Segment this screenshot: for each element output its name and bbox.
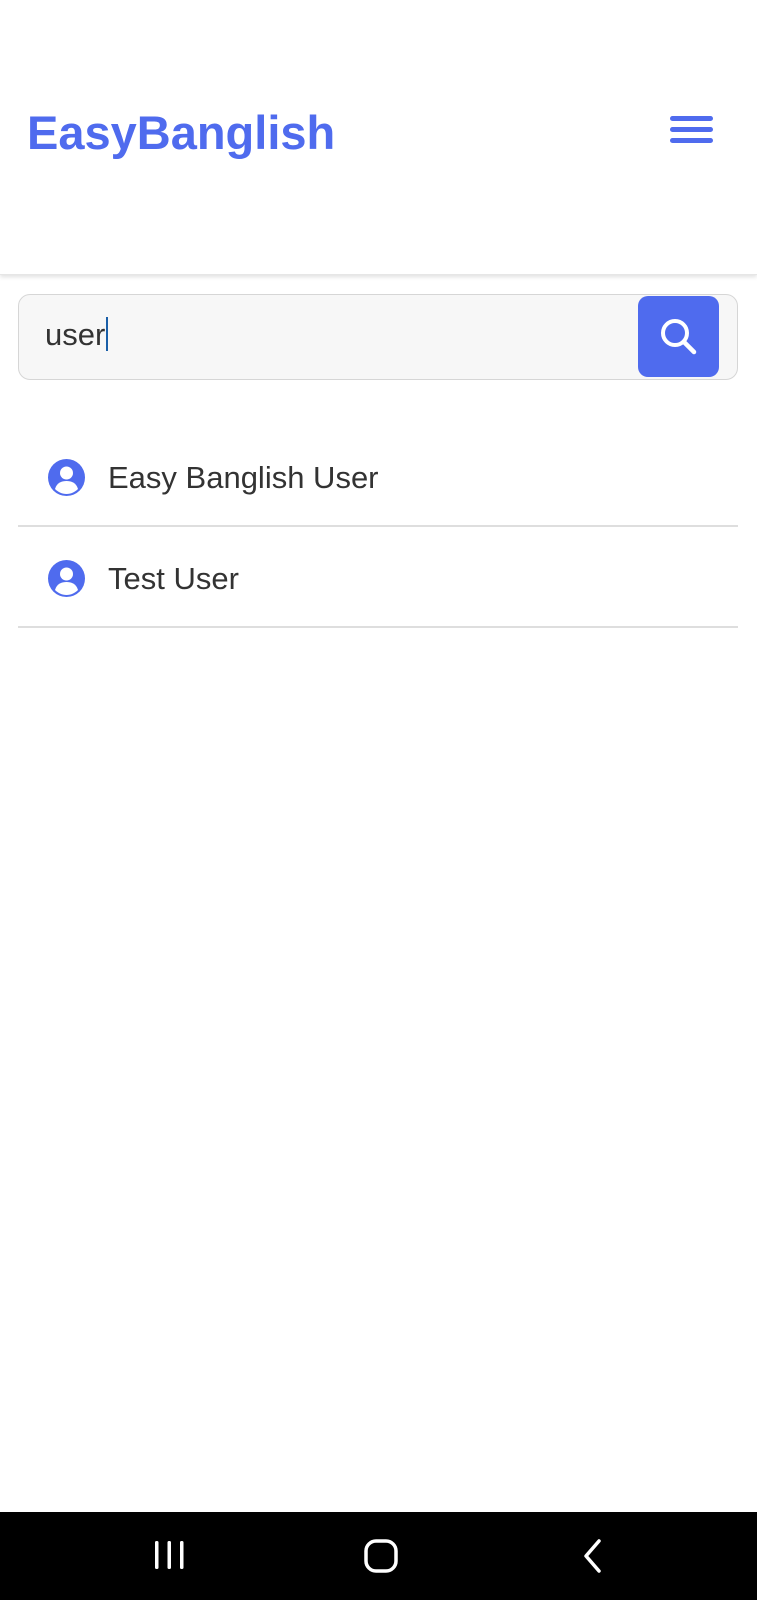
list-item[interactable]: Easy Banglish User	[18, 426, 738, 527]
system-navigation-bar	[0, 1512, 757, 1600]
app-screen: EasyBanglish user Easy Banglish User Tes…	[0, 0, 757, 1600]
search-input-value: user	[45, 317, 106, 352]
text-cursor	[106, 317, 109, 351]
back-icon	[584, 1539, 601, 1573]
user-avatar-icon	[48, 560, 85, 597]
search-button[interactable]	[638, 296, 719, 377]
recent-apps-button[interactable]	[110, 1512, 230, 1600]
home-icon	[364, 1539, 398, 1573]
search-bar: user	[18, 294, 738, 380]
search-icon	[661, 319, 697, 355]
result-name: Easy Banglish User	[108, 460, 379, 495]
search-input[interactable]: user	[45, 315, 109, 355]
result-name: Test User	[108, 561, 239, 596]
brand-logo-text[interactable]: EasyBanglish	[27, 104, 335, 162]
recent-apps-icon	[155, 1541, 184, 1569]
user-avatar-icon	[48, 459, 85, 496]
search-results-list: Easy Banglish User Test User	[18, 426, 738, 628]
hamburger-menu-icon[interactable]	[662, 110, 714, 150]
home-button[interactable]	[321, 1512, 441, 1600]
list-item[interactable]: Test User	[18, 527, 738, 628]
back-button[interactable]	[533, 1512, 653, 1600]
app-header: EasyBanglish	[0, 0, 757, 275]
